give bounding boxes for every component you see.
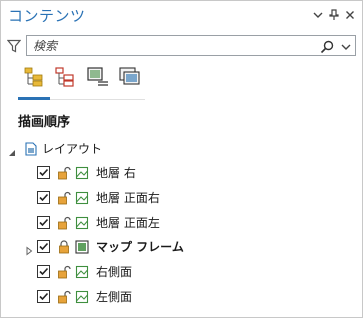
unlocked-icon[interactable] [57,165,71,180]
tree-item-label: 地層 右 [96,166,136,180]
tree-item-label: 地層 正面右 [96,191,160,205]
tree-item-row[interactable]: マップ フレーム [1,235,362,257]
active-view-indicator [18,97,50,100]
map-frame-icon [75,289,89,304]
search-icon[interactable] [320,39,334,54]
close-icon[interactable] [343,8,357,22]
tree-root-label: レイアウト [42,142,103,156]
search-box [26,35,356,56]
layout-icon [24,141,38,156]
tree-item-row[interactable]: 右側面 [1,260,362,282]
map-frame-icon [75,215,89,230]
pane-header: コンテンツ [1,1,362,31]
stacked-maps-icon [118,66,142,92]
unlocked-icon[interactable] [57,264,71,279]
map-frame-icon [75,190,89,205]
tree-item-label: 右側面 [96,265,133,279]
locked-icon[interactable] [57,239,71,254]
chevron-down-icon[interactable] [311,8,325,22]
pin-icon[interactable] [327,8,341,22]
map-frame-active-icon [75,239,89,254]
tree-item-row[interactable]: 地層 右 [1,161,362,183]
selection-tree-icon [54,66,76,92]
tree-item-row[interactable]: 地層 正面右 [1,186,362,208]
drawing-order-icon [23,66,45,92]
unlocked-icon[interactable] [57,215,71,230]
map-list-icon [86,66,110,92]
contents-pane: コンテンツ 検索 描画順序 レイアウト 地層 右 地層 正面右 地層 正面左 マ… [0,0,363,318]
unlocked-icon[interactable] [57,190,71,205]
tree-item-row[interactable]: 地層 正面左 [1,211,362,233]
drawing-order-view-button[interactable] [20,65,48,93]
search-input[interactable] [33,37,303,54]
tree-item-label: 地層 正面左 [96,216,160,230]
tree-item-label: マップ フレーム [96,240,184,254]
unlocked-icon[interactable] [57,289,71,304]
visibility-checkbox[interactable] [37,290,50,303]
visibility-checkbox[interactable] [37,240,50,253]
visibility-checkbox[interactable] [37,166,50,179]
map-frame-icon [75,264,89,279]
filter-icon[interactable] [6,38,22,53]
collapse-icon[interactable] [7,143,17,156]
map-frame-icon [75,165,89,180]
selection-view-button[interactable] [51,65,79,93]
tree-item-label: 左側面 [96,290,133,304]
section-title: 描画順序 [18,115,71,130]
visibility-checkbox[interactable] [37,265,50,278]
tree-root-row[interactable]: レイアウト [1,137,362,159]
visibility-checkbox[interactable] [37,191,50,204]
expand-icon[interactable] [24,241,34,256]
chevron-down-icon[interactable] [340,39,352,53]
snapping-view-button[interactable] [116,65,144,93]
pane-title: コンテンツ [8,7,86,25]
editing-view-button[interactable] [84,65,112,93]
tree-item-row[interactable]: 左側面 [1,285,362,307]
visibility-checkbox[interactable] [37,216,50,229]
